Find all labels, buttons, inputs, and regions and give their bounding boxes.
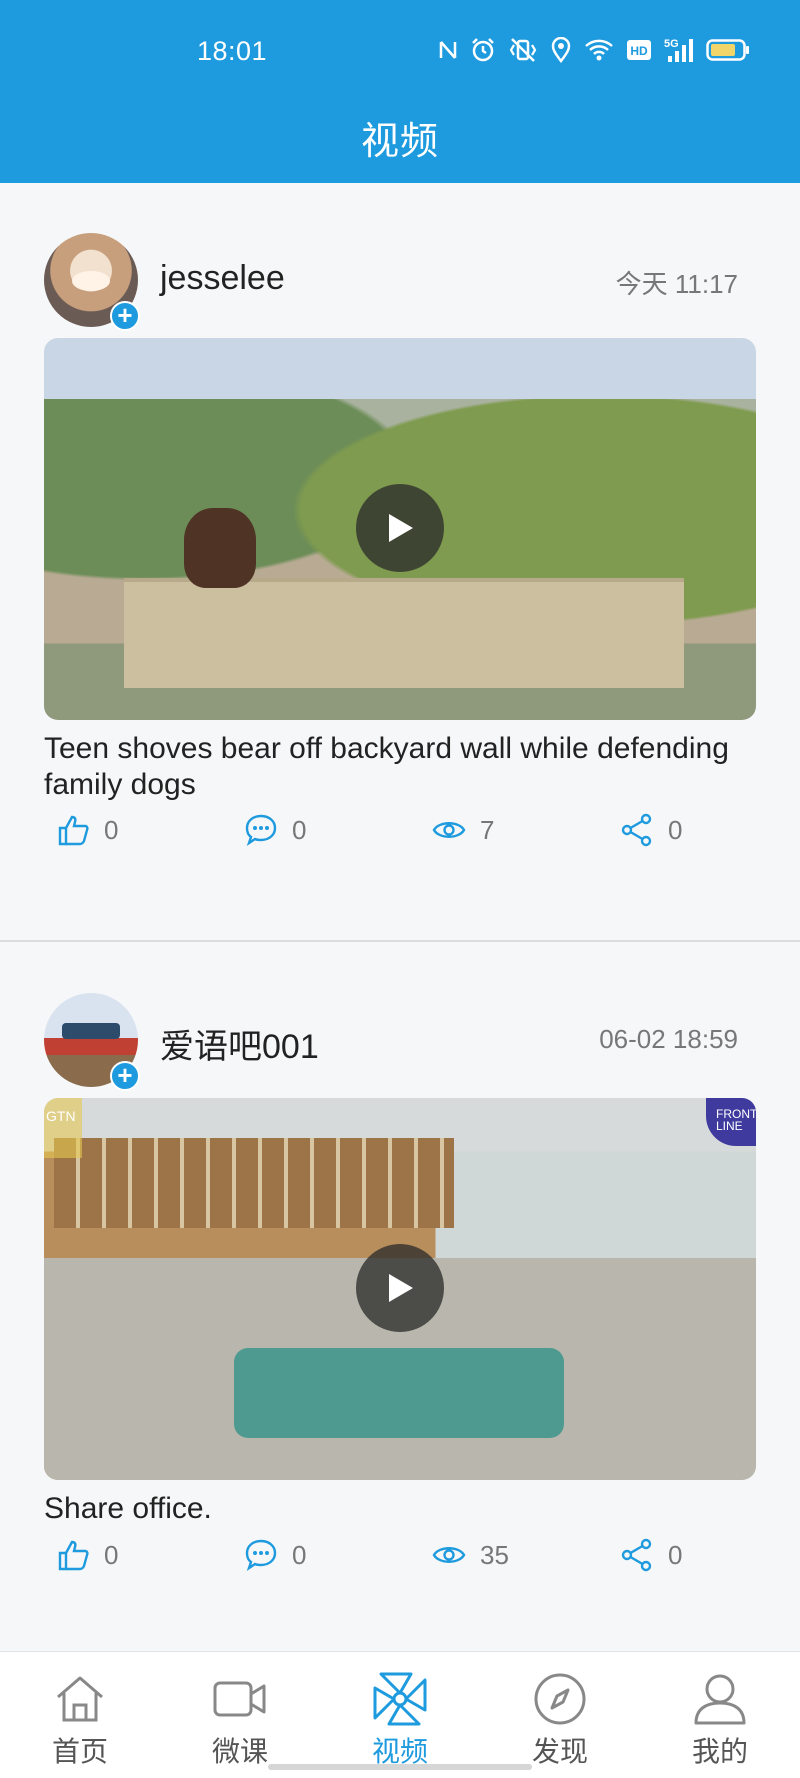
post-divider bbox=[0, 940, 800, 942]
comment-count: 0 bbox=[292, 1539, 307, 1570]
signal-5g-icon: 5G bbox=[664, 36, 694, 64]
page-title: 视频 bbox=[360, 121, 439, 163]
pinwheel-icon bbox=[371, 1670, 429, 1728]
eye-icon bbox=[432, 1547, 466, 1563]
user-icon bbox=[692, 1670, 748, 1728]
follow-plus-icon[interactable]: + bbox=[110, 301, 140, 331]
hd-icon: HD bbox=[626, 38, 652, 62]
tab-label: 首页 bbox=[51, 1736, 108, 1767]
vibrate-icon bbox=[508, 37, 538, 63]
thumbnail-wall-shape bbox=[124, 578, 684, 688]
tab-label: 发现 bbox=[531, 1736, 588, 1767]
share-count: 0 bbox=[668, 1539, 683, 1570]
video-camera-icon bbox=[212, 1670, 268, 1728]
tab-micro-course[interactable]: 微课 bbox=[160, 1652, 320, 1778]
alarm-icon bbox=[470, 37, 496, 63]
follow-plus-icon[interactable]: + bbox=[110, 1061, 140, 1091]
post-caption[interactable]: Teen shoves bear off backyard wall while… bbox=[44, 731, 756, 803]
tab-home[interactable]: 首页 bbox=[0, 1652, 160, 1778]
post-username[interactable]: 爱语吧001 bbox=[160, 1019, 319, 1068]
play-button[interactable] bbox=[356, 1244, 444, 1332]
views-indicator: 7 bbox=[432, 813, 494, 847]
share-icon bbox=[621, 813, 652, 847]
play-icon bbox=[389, 1274, 413, 1302]
views-indicator: 35 bbox=[432, 1538, 509, 1572]
share-button[interactable]: 0 bbox=[620, 813, 682, 847]
like-button[interactable]: 0 bbox=[56, 813, 118, 847]
home-indicator[interactable] bbox=[268, 1764, 532, 1770]
view-count: 7 bbox=[480, 814, 495, 845]
comment-count: 0 bbox=[292, 814, 307, 845]
tab-video[interactable]: 视频 bbox=[320, 1652, 480, 1778]
play-icon bbox=[389, 514, 413, 542]
battery-icon bbox=[706, 38, 750, 62]
post-timestamp: 06-02 18:59 bbox=[599, 1024, 738, 1054]
tab-label: 微课 bbox=[211, 1736, 268, 1767]
like-button[interactable]: 0 bbox=[56, 1538, 118, 1572]
status-bar: 18:01 HD 5G bbox=[0, 0, 800, 100]
thumbnail-bear-shape bbox=[184, 508, 256, 588]
like-count: 0 bbox=[104, 1539, 119, 1570]
share-button[interactable]: 0 bbox=[620, 1538, 682, 1572]
comment-icon bbox=[245, 814, 277, 846]
play-button[interactable] bbox=[356, 484, 444, 572]
post-caption[interactable]: Share office. bbox=[44, 1491, 756, 1527]
avatar-container[interactable]: + bbox=[44, 233, 140, 331]
comment-button[interactable]: 0 bbox=[244, 1538, 306, 1572]
video-thumbnail[interactable] bbox=[44, 338, 756, 720]
comment-icon bbox=[245, 1539, 277, 1571]
post-timestamp: 今天 11:17 bbox=[615, 269, 738, 299]
status-time: 18:01 bbox=[197, 36, 268, 66]
tab-mine[interactable]: 我的 bbox=[640, 1652, 800, 1778]
channel-badge: FRONT LINE bbox=[706, 1098, 756, 1146]
home-icon bbox=[54, 1670, 106, 1728]
status-icons: HD 5G bbox=[438, 36, 750, 64]
channel-logo: GTN bbox=[44, 1098, 82, 1158]
video-thumbnail[interactable]: GTN FRONT LINE bbox=[44, 1098, 756, 1480]
share-count: 0 bbox=[668, 814, 683, 845]
hd-icon-label: HD bbox=[630, 44, 648, 58]
compass-icon bbox=[533, 1670, 587, 1728]
thumbnail-shelf-shape bbox=[54, 1138, 454, 1228]
thumbs-up-icon bbox=[58, 1540, 89, 1571]
video-feed[interactable]: + jesselee 今天 11:17 Teen shoves bear off… bbox=[0, 183, 800, 1651]
wifi-icon bbox=[584, 38, 614, 62]
location-icon bbox=[550, 37, 572, 63]
post-username[interactable]: jesselee bbox=[160, 259, 285, 298]
thumbnail-sofa-shape bbox=[234, 1348, 564, 1438]
tab-discover[interactable]: 发现 bbox=[480, 1652, 640, 1778]
post-actions: 0 0 35 0 bbox=[44, 1538, 756, 1588]
share-icon bbox=[621, 1538, 652, 1572]
eye-icon bbox=[432, 822, 466, 838]
thumbs-up-icon bbox=[58, 815, 89, 846]
comment-button[interactable]: 0 bbox=[244, 813, 306, 847]
network-label: 5G bbox=[664, 38, 679, 50]
like-count: 0 bbox=[104, 814, 119, 845]
post-actions: 0 0 7 0 bbox=[44, 813, 756, 863]
avatar-container[interactable]: + bbox=[44, 993, 140, 1091]
bottom-nav: 首页 微课 视频 发现 我的 bbox=[0, 1651, 800, 1778]
nfc-icon bbox=[438, 38, 458, 62]
tab-label: 我的 bbox=[691, 1736, 748, 1767]
app-header: 18:01 HD 5G 视频 bbox=[0, 0, 800, 183]
view-count: 35 bbox=[480, 1539, 509, 1570]
